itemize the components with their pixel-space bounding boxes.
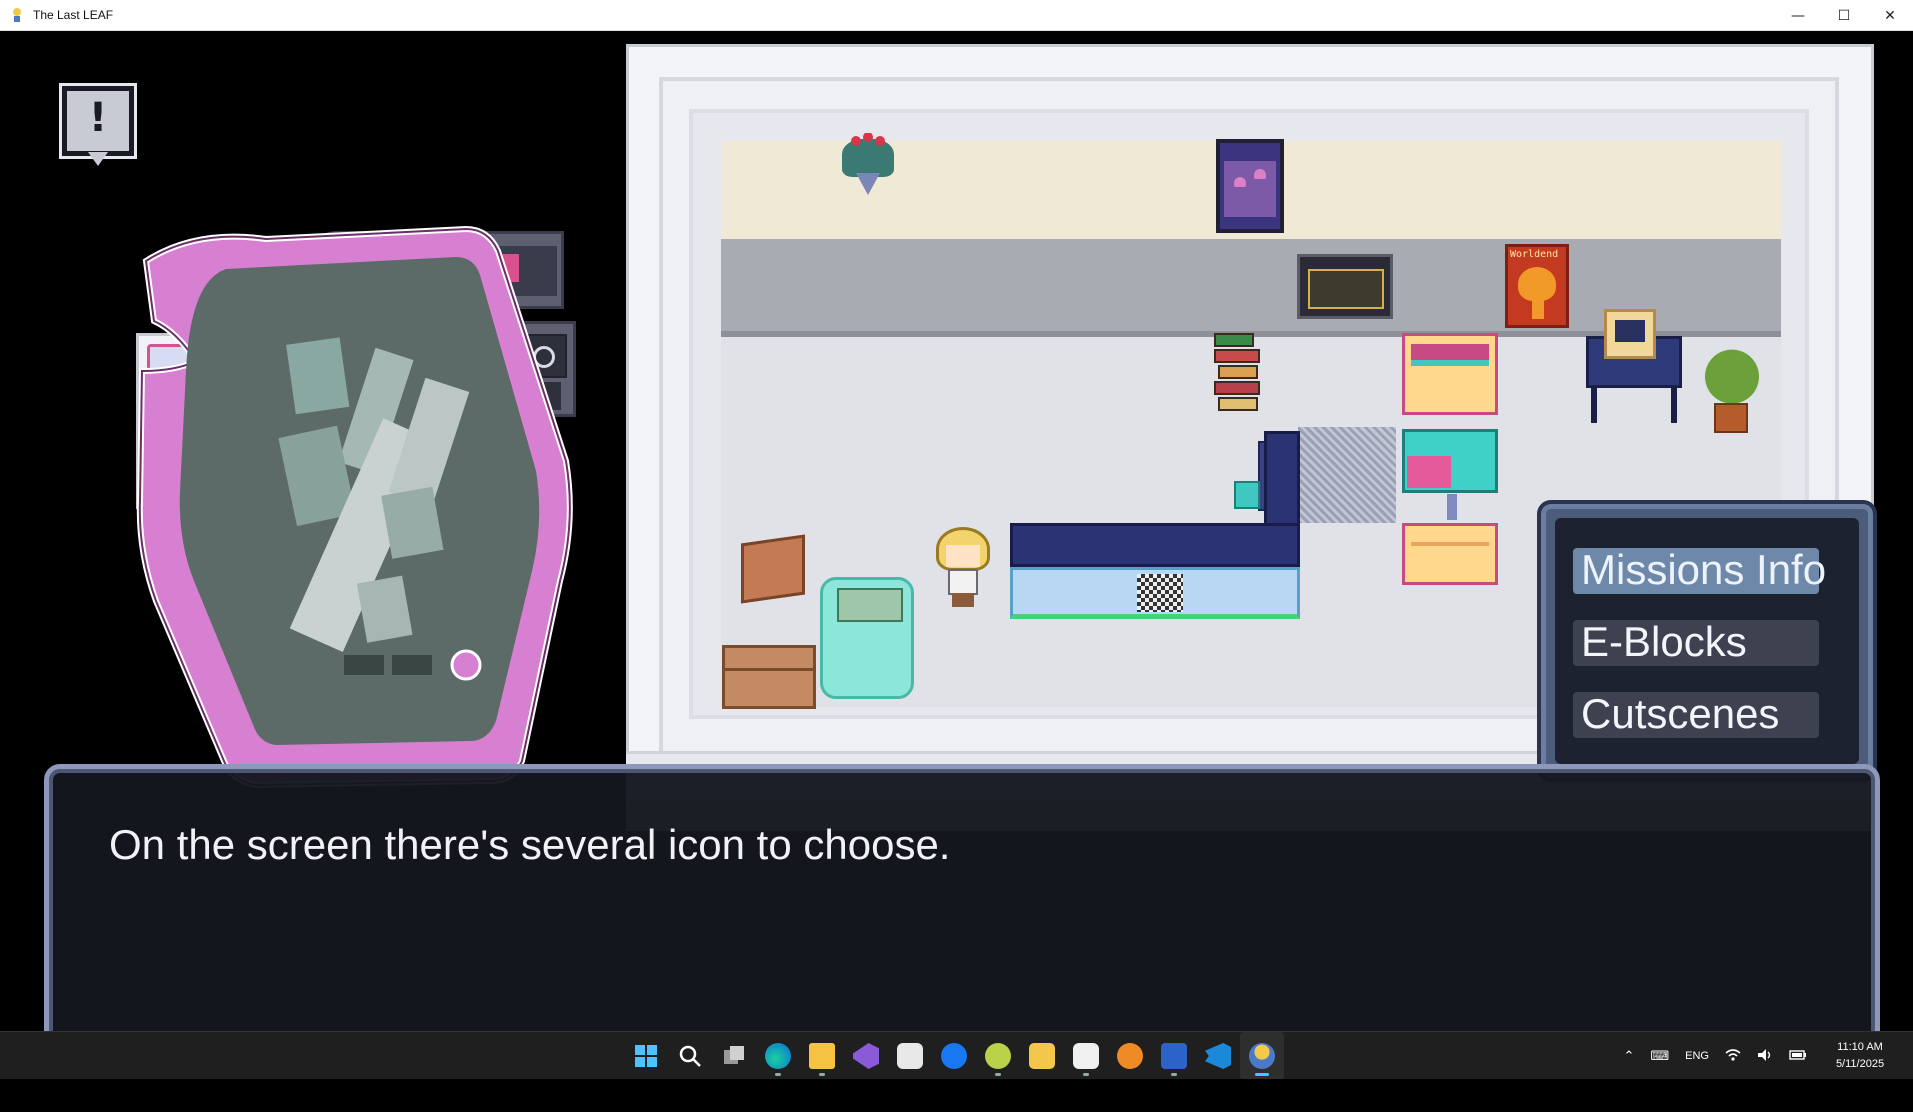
edge-icon[interactable] bbox=[756, 1032, 800, 1080]
dialogue-box[interactable]: On the screen there's several icon to ch… bbox=[44, 764, 1880, 1031]
menu-item-missions-info[interactable]: Missions Info bbox=[1573, 542, 1855, 602]
poster-title: Worldend bbox=[1510, 249, 1559, 260]
drawer-cabinet-top bbox=[1402, 333, 1498, 415]
system-clock[interactable]: 11:10 AM 5/11/2025 bbox=[1815, 1039, 1905, 1073]
book-stack bbox=[1214, 333, 1264, 421]
kitchen-island-arm bbox=[1264, 431, 1300, 527]
game-viewport[interactable]: Worldend ! Missions Info E-Blocks Cutsce… bbox=[0, 31, 1913, 1031]
plant-pot bbox=[1714, 403, 1748, 433]
search-icon[interactable] bbox=[668, 1032, 712, 1080]
minimize-button[interactable]: — bbox=[1775, 0, 1821, 31]
language-indicator[interactable]: ENG bbox=[1685, 1050, 1709, 1062]
window-title: The Last LEAF bbox=[33, 8, 114, 22]
facebook-icon[interactable] bbox=[932, 1032, 976, 1080]
menu-item-e-blocks[interactable]: E-Blocks bbox=[1573, 614, 1855, 674]
bot-app-icon[interactable] bbox=[1064, 1032, 1108, 1080]
window-titlebar: The Last LEAF — ☐ ✕ bbox=[0, 0, 1913, 31]
tennis-ball-icon[interactable] bbox=[976, 1032, 1020, 1080]
floor-shadow bbox=[1298, 427, 1396, 523]
blender-icon[interactable] bbox=[1108, 1032, 1152, 1080]
kitchen-island bbox=[1010, 523, 1300, 623]
alert-icon: ! bbox=[62, 86, 136, 168]
cardboard-box-large bbox=[722, 645, 816, 709]
hanging-plant bbox=[842, 133, 894, 195]
cardboard-box bbox=[741, 534, 805, 604]
watch-menu: Missions Info E-Blocks Cutscenes bbox=[1537, 500, 1877, 782]
keyboard-icon[interactable]: ⌨ bbox=[1650, 1048, 1669, 1064]
wall-monitor bbox=[1297, 254, 1393, 319]
battery-icon[interactable] bbox=[1789, 1049, 1807, 1064]
maximize-button[interactable]: ☐ bbox=[1821, 0, 1867, 31]
tray-chevron-icon[interactable]: ⌃ bbox=[1623, 1048, 1634, 1064]
sticky-app-icon[interactable] bbox=[1020, 1032, 1064, 1080]
word-icon[interactable] bbox=[1152, 1032, 1196, 1080]
clock-date: 5/11/2025 bbox=[1835, 1058, 1885, 1070]
drawer-cabinet-bottom bbox=[1402, 523, 1498, 585]
side-table bbox=[1402, 429, 1498, 520]
smartwatch-icon bbox=[136, 221, 596, 791]
vscode-icon[interactable] bbox=[1196, 1032, 1240, 1080]
app-icon[interactable] bbox=[888, 1032, 932, 1080]
file-explorer-icon[interactable] bbox=[800, 1032, 844, 1080]
player-character bbox=[930, 527, 998, 609]
wifi-icon[interactable] bbox=[1725, 1048, 1741, 1065]
task-view-icon[interactable] bbox=[712, 1032, 756, 1080]
game-app-icon bbox=[9, 7, 25, 23]
visual-studio-icon[interactable] bbox=[844, 1032, 888, 1080]
volume-icon[interactable] bbox=[1757, 1048, 1773, 1065]
clock-time: 11:10 AM bbox=[1837, 1041, 1883, 1053]
close-button[interactable]: ✕ bbox=[1867, 0, 1913, 31]
game-icon[interactable] bbox=[1240, 1032, 1284, 1080]
potted-plant bbox=[1694, 331, 1770, 407]
menu-item-cutscenes[interactable]: Cutscenes bbox=[1573, 686, 1855, 746]
worldend-poster: Worldend bbox=[1505, 244, 1569, 328]
dialogue-text: On the screen there's several icon to ch… bbox=[109, 821, 951, 868]
jellyfish-aquarium bbox=[1216, 139, 1284, 233]
screen-bottom-edge bbox=[0, 1079, 1913, 1112]
windows-taskbar: ⌃ ⌨ ENG 11:10 AM 5/11/2025 bbox=[0, 1031, 1913, 1080]
glass-capsule[interactable] bbox=[820, 577, 914, 699]
retro-computer[interactable] bbox=[1604, 309, 1656, 359]
start-icon[interactable] bbox=[624, 1032, 668, 1080]
